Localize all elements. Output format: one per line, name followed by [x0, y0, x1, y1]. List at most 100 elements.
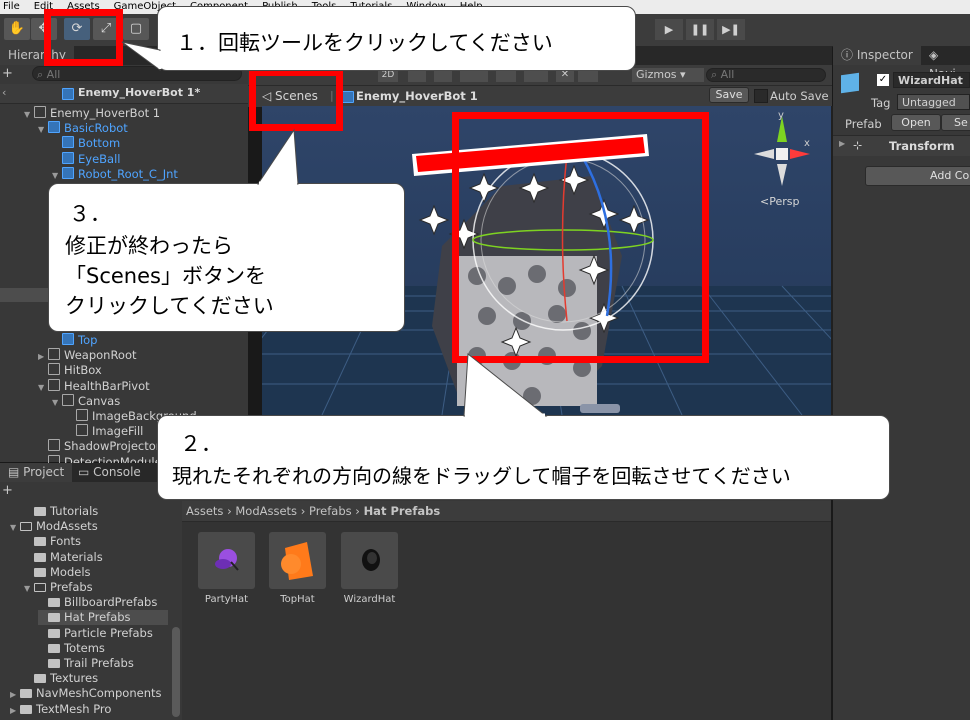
- project-folder-row[interactable]: Materials: [24, 550, 103, 565]
- project-tree-scrollbar[interactable]: [172, 627, 180, 717]
- pause-button[interactable]: ❚❚: [686, 19, 714, 40]
- auto-save-checkbox[interactable]: [754, 89, 768, 103]
- object-name-field[interactable]: WizardHat: [893, 72, 970, 88]
- breadcrumb-prefabs[interactable]: Prefabs: [309, 504, 352, 518]
- tab-inspector[interactable]: ⓘ Inspector: [833, 46, 921, 65]
- gizmos-label: Gizmos: [636, 68, 677, 81]
- tag-dropdown[interactable]: Untagged: [897, 94, 970, 110]
- project-folder-row[interactable]: ▶ NavMeshComponents: [10, 686, 162, 701]
- expand-triangle-icon[interactable]: ▼: [38, 122, 48, 137]
- hierarchy-row[interactable]: ▼ BasicRobot: [38, 121, 128, 136]
- info-icon: ⓘ: [841, 48, 857, 62]
- hierarchy-row[interactable]: ShadowProjector: [38, 439, 161, 454]
- asset-partyhat[interactable]: PartyHat: [198, 532, 255, 605]
- breadcrumb-assets[interactable]: Assets: [186, 504, 223, 518]
- asset-partyhat-label: PartyHat: [204, 594, 249, 605]
- add-component-button[interactable]: Add Co: [865, 166, 970, 186]
- hierarchy-row[interactable]: ▼ HealthBarPivot: [38, 378, 150, 395]
- hierarchy-row-label: Bottom: [78, 136, 121, 151]
- project-folder-row[interactable]: ▼ ModAssets: [10, 519, 98, 534]
- gizmo-center-cube[interactable]: [776, 148, 788, 160]
- folder-icon: [34, 674, 46, 684]
- expand-triangle-icon[interactable]: ▼: [10, 520, 20, 535]
- expand-triangle-icon[interactable]: ▼: [52, 395, 62, 410]
- breadcrumb-prefab-icon: [342, 91, 354, 103]
- breadcrumb-prefab-name[interactable]: Enemy_HoverBot 1: [356, 89, 478, 103]
- project-folder-label: Prefabs: [50, 580, 93, 594]
- folder-icon: [48, 598, 60, 608]
- breadcrumb-modassets[interactable]: ModAssets: [235, 504, 297, 518]
- project-folder-label: Materials: [50, 549, 103, 564]
- create-asset-button[interactable]: +: [2, 483, 13, 498]
- transform-expand-icon[interactable]: ▶: [839, 139, 845, 148]
- navigation-icon: ◈: [929, 48, 939, 62]
- project-folder-label: Hat Prefabs: [64, 610, 131, 625]
- hierarchy-row[interactable]: ▼ Robot_Root_C_Jnt: [52, 166, 178, 183]
- tag-label: Tag: [871, 96, 891, 110]
- asset-wizardhat[interactable]: WizardHat: [341, 532, 398, 605]
- project-folder-row[interactable]: Hat Prefabs: [38, 610, 168, 626]
- hierarchy-row[interactable]: ▼ Canvas: [52, 393, 121, 410]
- expand-triangle-icon[interactable]: ▼: [38, 380, 48, 395]
- prefab-icon: [62, 88, 74, 100]
- hierarchy-row[interactable]: ImageFill: [66, 424, 143, 439]
- project-folder-row[interactable]: BillboardPrefabs: [38, 595, 157, 610]
- add-gameobject-button[interactable]: +: [2, 66, 13, 81]
- active-checkbox[interactable]: ✓: [877, 74, 889, 86]
- menu-file[interactable]: File: [3, 0, 20, 14]
- expand-triangle-icon[interactable]: ▶: [10, 703, 20, 718]
- expand-triangle-icon[interactable]: ▼: [52, 168, 62, 183]
- prefab-open-button[interactable]: Open: [891, 114, 941, 131]
- hierarchy-row[interactable]: Bottom: [52, 136, 120, 151]
- scene-search-input[interactable]: ⌕ All: [706, 68, 826, 82]
- project-folder-row[interactable]: Trail Prefabs: [38, 656, 134, 671]
- expand-triangle-icon[interactable]: ▶: [38, 349, 48, 364]
- prefab-instance-icon: [48, 121, 60, 134]
- gizmos-dropdown[interactable]: Gizmos ▾: [632, 68, 704, 82]
- prefab-label: Prefab: [845, 117, 882, 131]
- project-folder-label: Models: [50, 564, 91, 579]
- hierarchy-row[interactable]: HitBox: [38, 363, 102, 378]
- project-folder-row[interactable]: Particle Prefabs: [38, 626, 153, 641]
- hand-tool-button[interactable]: ✋: [4, 18, 30, 40]
- folder-icon: [34, 567, 46, 577]
- project-folder-row[interactable]: ▼ Prefabs: [24, 580, 93, 595]
- folder-icon: [48, 659, 60, 668]
- hierarchy-row-label: BasicRobot: [64, 121, 128, 136]
- play-button[interactable]: ▶: [655, 19, 683, 40]
- expand-triangle-icon[interactable]: ▼: [24, 107, 34, 122]
- project-folder-label: Trail Prefabs: [64, 656, 134, 670]
- console-icon: ▭: [78, 465, 94, 479]
- projection-label[interactable]: <Persp: [760, 195, 799, 208]
- project-folder-label: BillboardPrefabs: [64, 595, 158, 610]
- project-folder-row[interactable]: Textures: [24, 671, 98, 686]
- back-arrow-icon[interactable]: ‹: [2, 86, 6, 99]
- step-button[interactable]: ▶❚: [717, 19, 745, 40]
- hierarchy-row[interactable]: ▼ Enemy_HoverBot 1: [24, 106, 160, 121]
- transform-component-header[interactable]: ▶ ⊹ Transform: [833, 136, 970, 156]
- tab-console[interactable]: ▭ Console: [70, 463, 149, 482]
- hierarchy-row[interactable]: Top: [52, 333, 97, 348]
- hierarchy-row[interactable]: EyeBall: [52, 151, 120, 167]
- asset-tophat[interactable]: TopHat: [269, 532, 326, 605]
- project-folder-row[interactable]: ▶ TextMesh Pro: [10, 702, 111, 717]
- project-breadcrumb: Assets › ModAssets › Prefabs › Hat Prefa…: [182, 501, 831, 522]
- project-folder-row[interactable]: Totems: [38, 641, 105, 656]
- project-folder-row[interactable]: Tutorials: [24, 504, 98, 519]
- project-folder-row[interactable]: Fonts: [24, 534, 81, 549]
- hierarchy-row[interactable]: ▶ WeaponRoot: [38, 348, 137, 363]
- rect-tool-button[interactable]: ▢: [123, 18, 149, 40]
- project-folder-label: Textures: [50, 671, 99, 686]
- hierarchy-row-label: Robot_Root_C_Jnt: [78, 166, 178, 181]
- folder-icon: [34, 507, 46, 516]
- expand-triangle-icon[interactable]: ▼: [24, 581, 34, 596]
- folder-icon: [34, 583, 46, 592]
- hierarchy-row-label: Canvas: [78, 393, 121, 408]
- tab-navigation[interactable]: ◈ Navi: [921, 46, 970, 81]
- tab-project[interactable]: ▤ Project: [0, 463, 73, 482]
- expand-triangle-icon[interactable]: ▶: [10, 687, 20, 702]
- save-button[interactable]: Save: [709, 87, 749, 103]
- prefab-select-button[interactable]: Se: [941, 114, 970, 131]
- project-folder-row[interactable]: Models: [24, 565, 91, 580]
- breadcrumb-hat-prefabs[interactable]: Hat Prefabs: [364, 504, 441, 518]
